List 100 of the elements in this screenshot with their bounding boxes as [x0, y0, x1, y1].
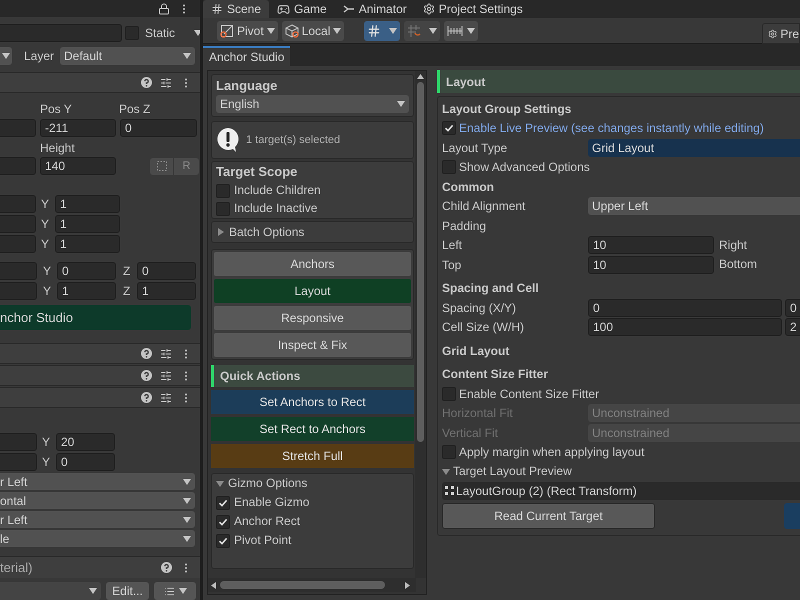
input-field[interactable]: 0: [57, 262, 116, 280]
mode-tab[interactable]: Anchors: [214, 252, 411, 276]
input-field[interactable]: 1: [55, 235, 120, 254]
dropdown[interactable]: r Left: [0, 511, 195, 528]
axis-label: Y: [41, 196, 50, 212]
edit-button[interactable]: Edit...: [106, 582, 149, 600]
input-field[interactable]: 1: [137, 282, 196, 300]
ruler-button[interactable]: [444, 20, 478, 40]
sliders-icon[interactable]: [160, 348, 172, 360]
editor-tab[interactable]: Animator: [334, 0, 415, 18]
grid-snap-button[interactable]: [364, 20, 400, 40]
input-field[interactable]: [0, 157, 36, 176]
help-icon[interactable]: [141, 370, 152, 381]
local-dropdown[interactable]: Local: [282, 20, 344, 40]
dropdown[interactable]: Upper Left: [588, 197, 800, 216]
sliders-icon[interactable]: [160, 76, 172, 89]
list-button[interactable]: [154, 582, 196, 600]
input-field[interactable]: 1: [55, 215, 120, 234]
dropdown[interactable]: English: [216, 95, 409, 113]
sliders-icon[interactable]: [160, 370, 172, 382]
help-icon[interactable]: [161, 562, 172, 573]
checkbox[interactable]: [216, 184, 230, 198]
dropdown[interactable]: r Left: [0, 473, 195, 490]
input-field[interactable]: [0, 235, 36, 254]
checkbox-label: Show Advanced Options: [459, 159, 590, 176]
dropdown[interactable]: Default: [60, 47, 195, 66]
editor-tab[interactable]: Project Settings: [414, 0, 531, 18]
input-field[interactable]: [0, 262, 37, 280]
batch-options-label[interactable]: Batch Options: [229, 224, 304, 240]
axis-label: Y: [42, 454, 52, 470]
dropdown[interactable]: Grid Layout: [588, 138, 800, 157]
action-button[interactable]: Set Rect to Anchors: [211, 417, 414, 441]
field-label: Horizontal Fit: [442, 405, 514, 422]
input-field[interactable]: [0, 24, 122, 42]
mode-tab[interactable]: Responsive: [214, 306, 411, 330]
scrollbar-thumb[interactable]: [220, 581, 385, 589]
input-field[interactable]: 10: [588, 236, 714, 254]
input-field[interactable]: [0, 195, 36, 214]
input-field[interactable]: [0, 433, 37, 451]
input-field[interactable]: 0: [137, 262, 196, 280]
static-label: Static: [145, 26, 176, 41]
sliders-icon[interactable]: [160, 392, 172, 404]
input-field[interactable]: 0: [588, 298, 782, 317]
blueprint-button[interactable]: [150, 158, 173, 175]
axis-label: Z: [123, 284, 132, 299]
input-field[interactable]: [0, 282, 37, 300]
input-field[interactable]: -211: [40, 119, 116, 138]
editor-tab[interactable]: Scene: [203, 0, 270, 18]
preview-label[interactable]: Target Layout Preview: [453, 464, 572, 480]
input-field[interactable]: 0: [56, 453, 115, 471]
window-tab[interactable]: Anchor Studio: [203, 46, 290, 66]
caret-icon: [467, 28, 476, 34]
checkbox[interactable]: [216, 514, 230, 528]
expanded-arrow-icon[interactable]: [442, 468, 450, 476]
dropdown[interactable]: le: [0, 530, 195, 547]
scrollbar-thumb[interactable]: [417, 82, 424, 442]
lock-icon[interactable]: [158, 2, 170, 15]
checkbox-label: Include Inactive: [234, 201, 318, 216]
collapsed-arrow-icon[interactable]: [217, 228, 225, 236]
checkbox[interactable]: [216, 202, 230, 216]
input-field[interactable]: 10: [588, 256, 714, 274]
help-icon[interactable]: [141, 348, 152, 359]
input-field[interactable]: 1: [55, 195, 120, 214]
preview-button[interactable]: Pre: [762, 23, 800, 44]
input-field[interactable]: [0, 215, 36, 234]
dropdown[interactable]: [0, 47, 12, 66]
input-field[interactable]: 2: [785, 318, 800, 336]
mode-tab[interactable]: Layout: [214, 279, 411, 303]
gizmo-options-label[interactable]: Gizmo Options: [228, 476, 308, 491]
action-button[interactable]: Stretch Full: [211, 444, 414, 468]
input-field[interactable]: [0, 119, 36, 138]
input-field[interactable]: 0: [785, 298, 800, 317]
snap-button[interactable]: [404, 20, 440, 40]
checkbox[interactable]: [216, 534, 230, 548]
action-button[interactable]: Set Anchors to Rect: [211, 390, 414, 414]
field-label: Spacing (X/Y): [442, 300, 518, 317]
anchor-studio-button[interactable]: nchor Studio: [0, 305, 191, 330]
object-field[interactable]: LayoutGroup (2) (Rect Transform): [442, 482, 800, 500]
scroll-left-icon[interactable]: [211, 582, 216, 588]
pivot-dropdown[interactable]: Pivot: [217, 20, 278, 40]
mode-tab[interactable]: Inspect & Fix: [214, 333, 411, 357]
help-icon[interactable]: [141, 77, 152, 88]
input-field[interactable]: [0, 453, 37, 471]
checkbox[interactable]: [442, 121, 456, 136]
checkbox[interactable]: [216, 496, 230, 510]
input-field[interactable]: 140: [40, 157, 116, 176]
input-field[interactable]: 1: [57, 282, 116, 300]
scroll-up-icon[interactable]: [417, 74, 424, 79]
input-field[interactable]: 20: [56, 433, 115, 451]
vertical-scrollbar[interactable]: [415, 71, 426, 578]
caret-icon: [89, 588, 97, 594]
dropdown[interactable]: ontal: [0, 492, 195, 509]
expanded-arrow-icon[interactable]: [216, 480, 224, 488]
read-target-button[interactable]: Read Current Target: [442, 502, 655, 528]
input-field[interactable]: 100: [588, 318, 782, 336]
horizontal-scrollbar[interactable]: [208, 578, 416, 592]
input-field[interactable]: 0: [120, 119, 197, 138]
editor-tab[interactable]: Game: [269, 0, 335, 18]
scroll-right-icon[interactable]: [405, 582, 410, 588]
help-icon[interactable]: [141, 392, 152, 403]
